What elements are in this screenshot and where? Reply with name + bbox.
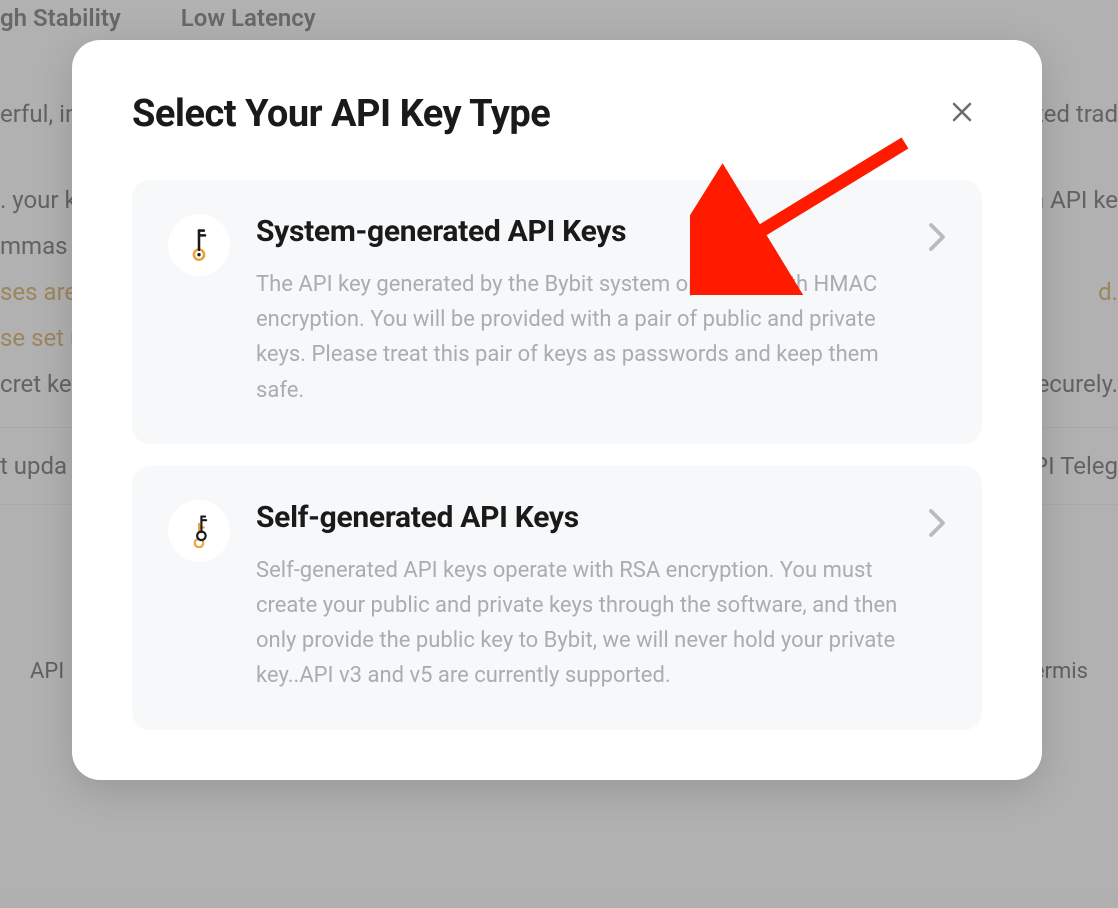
key-icon: [168, 214, 230, 276]
option-system-generated[interactable]: System-generated API Keys The API key ge…: [132, 180, 982, 444]
option-title: Self-generated API Keys: [256, 500, 906, 535]
option-title: System-generated API Keys: [256, 214, 906, 249]
close-button[interactable]: [942, 94, 982, 134]
chevron-right-icon: [928, 508, 946, 542]
chevron-right-icon: [928, 222, 946, 256]
option-description: The API key generated by the Bybit syste…: [256, 267, 906, 408]
close-icon: [950, 100, 974, 128]
api-key-type-modal: Select Your API Key Type: [72, 40, 1042, 780]
modal-title: Select Your API Key Type: [132, 92, 550, 136]
option-self-generated[interactable]: Self-generated API Keys Self-generated A…: [132, 466, 982, 730]
keys-icon: [168, 500, 230, 562]
option-description: Self-generated API keys operate with RSA…: [256, 553, 906, 694]
